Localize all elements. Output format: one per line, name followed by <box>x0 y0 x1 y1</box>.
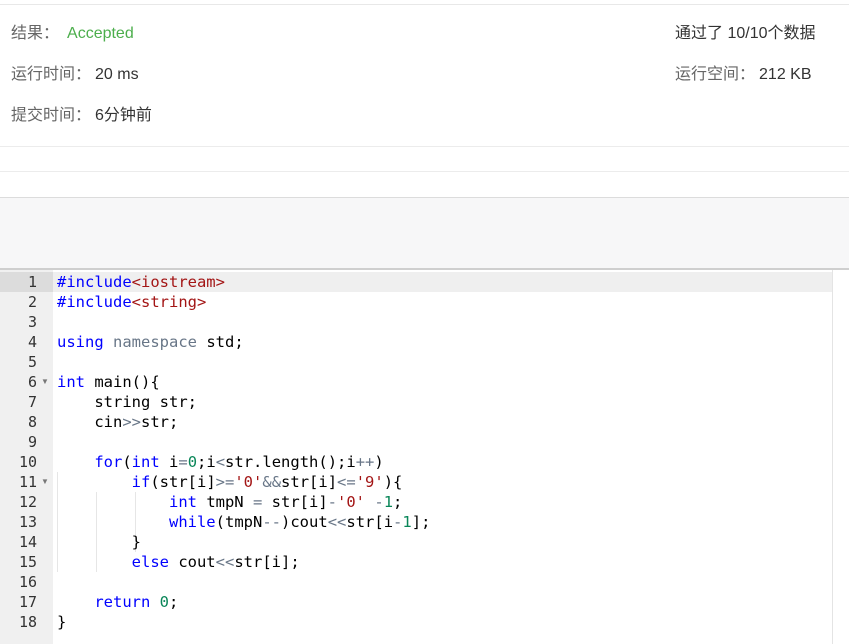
fold-arrow-icon[interactable]: ▼ <box>40 472 50 492</box>
code-editor[interactable]: 1 2 3 4 5 6 ▼ 7 8 9 10 11 ▼ 12 13 14 15 16 17 18 #include<i… <box>0 268 849 644</box>
memory-label: 运行空间： <box>675 66 756 83</box>
line-number: 2 <box>27 293 37 311</box>
code-line[interactable]: else cout<<str[i]; <box>57 552 300 572</box>
code-line[interactable]: #include<string> <box>57 292 206 312</box>
fold-arrow-icon[interactable]: ▼ <box>40 372 50 392</box>
line-number: 18 <box>18 613 37 631</box>
line-number: 11 <box>18 473 37 491</box>
line-number: 14 <box>18 533 37 551</box>
submit-time-row: 提交时间： 6分钟前 <box>11 106 152 126</box>
line-number: 3 <box>27 313 37 331</box>
line-number: 9 <box>27 433 37 451</box>
runtime-label: 运行时间： <box>11 66 92 83</box>
line-number: 6 <box>27 373 37 391</box>
code-line[interactable]: return 0; <box>57 592 178 612</box>
code-line[interactable]: if(str[i]>='0'&&str[i]<='9'){ <box>57 472 403 492</box>
divider <box>0 171 849 172</box>
memory-row: 运行空间： 212 KB <box>675 65 812 85</box>
editor-toolbar-area <box>0 197 849 268</box>
line-number: 15 <box>18 553 37 571</box>
runtime-row: 运行时间： 20 ms <box>11 65 139 85</box>
line-number: 8 <box>27 413 37 431</box>
line-number: 1 <box>27 273 37 291</box>
code-line[interactable]: } <box>57 532 141 552</box>
submission-info: 结果： Accepted 通过了 10/10个数据 运行时间： 20 ms 运行空间… <box>0 5 849 146</box>
print-margin <box>832 270 833 644</box>
code-line[interactable]: string str; <box>57 392 197 412</box>
code-line[interactable]: int main(){ <box>57 372 160 392</box>
line-number: 12 <box>18 493 37 511</box>
line-number: 13 <box>18 513 37 531</box>
runtime-value: 20 ms <box>95 66 139 83</box>
line-number: 17 <box>18 593 37 611</box>
code-line[interactable]: using namespace std; <box>57 332 244 352</box>
code-line[interactable]: for(int i=0;i<str.length();i++) <box>57 452 383 472</box>
code-line[interactable]: } <box>57 612 66 632</box>
passed-count: 通过了 10/10个数据 <box>675 25 816 42</box>
submit-time-value: 6分钟前 <box>95 107 152 124</box>
line-number: 4 <box>27 333 37 351</box>
result-row: 结果： Accepted <box>11 24 134 44</box>
memory-value: 212 KB <box>759 66 812 83</box>
line-number: 16 <box>18 573 37 591</box>
result-label: 结果： <box>11 25 60 42</box>
submit-time-label: 提交时间： <box>11 107 92 124</box>
code-line[interactable]: while(tmpN--)cout<<str[i-1]; <box>57 512 430 532</box>
line-number: 10 <box>18 453 37 471</box>
line-number: 5 <box>27 353 37 371</box>
code-line[interactable]: cin>>str; <box>57 412 178 432</box>
divider <box>0 146 849 147</box>
line-number: 7 <box>27 393 37 411</box>
code-line[interactable]: int tmpN = str[i]-'0' -1; <box>57 492 402 512</box>
result-status: Accepted <box>67 25 134 42</box>
code-line[interactable]: #include<iostream> <box>57 272 225 292</box>
